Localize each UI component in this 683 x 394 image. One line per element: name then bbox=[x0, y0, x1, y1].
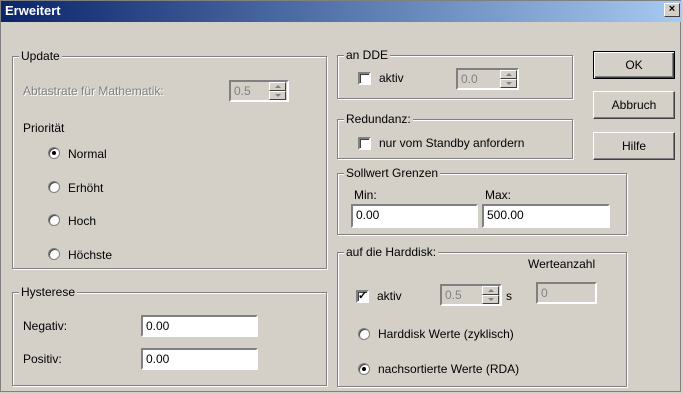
harddisk-spinner bbox=[482, 286, 499, 304]
harddisk-rda-label: nachsortierte Werte (RDA) bbox=[378, 362, 520, 376]
priority-hochste-label: Höchste bbox=[68, 248, 113, 262]
redundanz-group-label: Redundanz: bbox=[344, 112, 413, 126]
spin-up-icon bbox=[500, 70, 517, 79]
dde-spinner bbox=[500, 70, 517, 88]
sollwert-group-label: Sollwert Grenzen bbox=[344, 166, 441, 180]
priority-hoch-label: Hoch bbox=[68, 214, 97, 228]
radio-icon[interactable] bbox=[358, 328, 370, 340]
harddisk-aktiv-label: aktiv bbox=[377, 289, 402, 303]
spin-down-icon bbox=[500, 79, 517, 88]
spin-up-icon bbox=[482, 286, 499, 295]
help-button[interactable]: Hilfe bbox=[593, 132, 675, 160]
harddisk-zyklisch-label: Harddisk Werte (zyklisch) bbox=[378, 327, 514, 341]
dde-group: an DDE bbox=[337, 48, 573, 99]
sample-rate-spinner bbox=[269, 82, 286, 100]
standby-label: nur vom Standby anfordern bbox=[379, 136, 525, 150]
werteanzahl-value: 0 bbox=[541, 286, 548, 300]
priority-erhoht-label: Erhöht bbox=[68, 181, 104, 195]
max-label: Max: bbox=[485, 188, 512, 202]
window-title: Erweitert bbox=[5, 3, 61, 18]
sample-rate-value: 0.5 bbox=[234, 84, 251, 98]
spin-down-icon bbox=[482, 295, 499, 304]
checkbox-icon[interactable] bbox=[358, 137, 371, 150]
radio-icon[interactable] bbox=[358, 363, 370, 375]
radio-icon[interactable] bbox=[48, 248, 60, 260]
positiv-input[interactable]: 0.00 bbox=[141, 348, 258, 370]
update-group-label: Update bbox=[19, 49, 62, 63]
positiv-label: Positiv: bbox=[23, 352, 62, 366]
werteanzahl-label: Werteanzahl bbox=[528, 257, 596, 271]
dde-group-label: an DDE bbox=[344, 48, 391, 62]
min-input[interactable]: 0.00 bbox=[351, 204, 478, 228]
max-input[interactable]: 500.00 bbox=[482, 204, 610, 228]
checkbox-icon[interactable]: ✓ bbox=[356, 290, 369, 303]
unit-label: s bbox=[506, 289, 512, 303]
negativ-value: 0.00 bbox=[146, 319, 170, 333]
close-icon: × bbox=[668, 3, 676, 15]
cancel-button[interactable]: Abbruch bbox=[593, 91, 675, 119]
ok-button[interactable]: OK bbox=[593, 51, 675, 79]
min-label: Min: bbox=[354, 188, 377, 202]
negativ-input[interactable]: 0.00 bbox=[141, 315, 258, 337]
werteanzahl-input: 0 bbox=[536, 282, 597, 304]
checkmark-icon: ✓ bbox=[358, 290, 368, 302]
priority-normal-label: Normal bbox=[68, 147, 107, 161]
harddisk-interval-value: 0.5 bbox=[445, 288, 462, 302]
dde-aktiv-label: aktiv bbox=[379, 71, 404, 85]
negativ-label: Negativ: bbox=[23, 319, 68, 333]
spin-down-icon bbox=[269, 91, 286, 100]
hysterese-group: Hysterese bbox=[12, 285, 327, 386]
radio-icon[interactable] bbox=[48, 214, 60, 226]
min-value: 0.00 bbox=[356, 208, 380, 222]
sample-rate-label: Abtastrate für Mathematik: bbox=[23, 84, 164, 98]
harddisk-group-label: auf die Harddisk: bbox=[344, 245, 439, 259]
radio-icon[interactable] bbox=[48, 181, 60, 193]
max-value: 500.00 bbox=[487, 208, 524, 222]
hysterese-group-label: Hysterese bbox=[19, 285, 78, 299]
close-button[interactable]: × bbox=[664, 3, 680, 17]
radio-icon[interactable] bbox=[48, 147, 60, 159]
checkbox-icon[interactable] bbox=[358, 72, 371, 85]
dialog-window: Erweitert × Update Abtastrate für Mathem… bbox=[0, 0, 682, 392]
title-bar[interactable]: Erweitert × bbox=[1, 1, 682, 22]
priority-label: Priorität bbox=[23, 121, 65, 135]
dde-value: 0.0 bbox=[461, 72, 478, 86]
positiv-value: 0.00 bbox=[146, 352, 170, 366]
spin-up-icon bbox=[269, 82, 286, 91]
